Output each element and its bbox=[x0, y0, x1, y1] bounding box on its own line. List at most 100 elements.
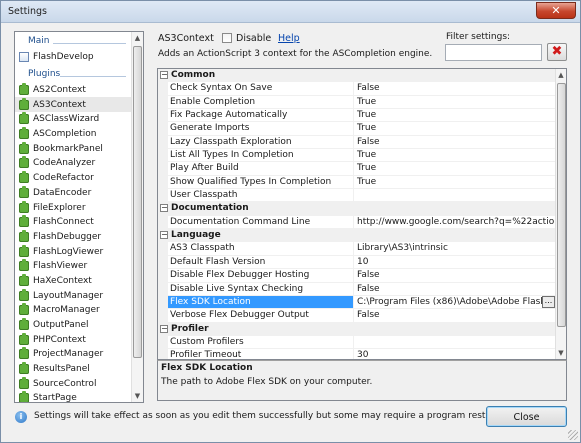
sidebar-item-as3context[interactable]: AS3Context bbox=[15, 97, 132, 113]
property-name[interactable]: Fix Package Automatically bbox=[168, 109, 354, 123]
sidebar-item-asclasswizard[interactable]: ASClassWizard bbox=[15, 112, 132, 127]
property-value[interactable]: Library\AS3\intrinsic bbox=[354, 242, 556, 256]
sidebar-item-sourcecontrol[interactable]: SourceControl bbox=[15, 376, 132, 391]
property-name[interactable]: User Classpath bbox=[168, 189, 354, 203]
property-value[interactable]: True bbox=[354, 109, 556, 123]
property-name[interactable]: Custom Profilers bbox=[168, 335, 354, 350]
sidebar-item-haxecontext[interactable]: HaXeContext bbox=[15, 273, 132, 289]
property-name[interactable]: Flex SDK Location bbox=[168, 295, 354, 310]
property-grid-scrollbar[interactable]: ▲ ▼ bbox=[555, 69, 566, 359]
property-name[interactable]: Verbose Flex Debugger Output bbox=[168, 309, 354, 323]
sidebar-item-codeanalyzer[interactable]: CodeAnalyzer bbox=[15, 156, 132, 171]
title-bar[interactable]: Settings ✕ bbox=[1, 1, 580, 23]
property-row-lazy-classpath-exploration[interactable]: Lazy Classpath Exploration False bbox=[158, 135, 556, 150]
property-row-fix-package-automatically[interactable]: Fix Package Automatically True bbox=[158, 109, 556, 123]
property-value[interactable]: C:\Program Files (x86)\Adobe\Adobe Flash… bbox=[354, 296, 556, 310]
sidebar-item-coderefactor[interactable]: CodeRefactor bbox=[15, 171, 132, 186]
property-row-show-qualified-types-in-completion[interactable]: Show Qualified Types In Completion True bbox=[158, 175, 556, 190]
property-row-profiler-timeout[interactable]: Profiler Timeout 30 bbox=[158, 349, 556, 359]
sidebar-item-flashlogviewer[interactable]: FlashLogViewer bbox=[15, 244, 132, 259]
sidebar-item-outputpanel[interactable]: OutputPanel bbox=[15, 318, 132, 333]
sidebar-item-flashdebugger[interactable]: FlashDebugger bbox=[15, 229, 132, 245]
property-name[interactable]: AS3 Classpath bbox=[168, 242, 354, 256]
property-row-check-syntax-on-save[interactable]: Check Syntax On Save False bbox=[158, 82, 556, 96]
property-name[interactable]: Disable Flex Debugger Hosting bbox=[168, 269, 354, 283]
collapse-icon[interactable]: − bbox=[160, 324, 168, 333]
property-row-verbose-flex-debugger-output[interactable]: Verbose Flex Debugger Output False bbox=[158, 309, 556, 323]
property-row-as3-classpath[interactable]: AS3 Classpath Library\AS3\intrinsic bbox=[158, 242, 556, 256]
sidebar-item-resultspanel[interactable]: ResultsPanel bbox=[15, 362, 132, 377]
property-value[interactable]: False bbox=[354, 283, 556, 296]
collapse-icon[interactable]: − bbox=[160, 231, 168, 240]
property-name[interactable]: Documentation Command Line bbox=[168, 215, 354, 230]
category-common[interactable]: − Common bbox=[158, 69, 556, 83]
category-profiler[interactable]: − Profiler bbox=[158, 322, 556, 336]
property-row-generate-imports[interactable]: Generate Imports True bbox=[158, 122, 556, 136]
sidebar-item-startpage[interactable]: StartPage bbox=[15, 391, 132, 402]
property-value[interactable]: False bbox=[354, 309, 556, 323]
filter-input[interactable] bbox=[445, 44, 542, 61]
property-value[interactable]: True bbox=[354, 162, 556, 176]
sidebar-item-flashconnect[interactable]: FlashConnect bbox=[15, 215, 132, 230]
resize-grip-icon[interactable] bbox=[568, 430, 578, 440]
sidebar-item-layoutmanager[interactable]: LayoutManager bbox=[15, 288, 132, 303]
disable-checkbox[interactable] bbox=[222, 33, 232, 43]
property-grid-scroll-thumb[interactable] bbox=[557, 83, 566, 327]
scroll-up-arrow-icon[interactable]: ▲ bbox=[132, 32, 143, 44]
property-name[interactable]: Lazy Classpath Exploration bbox=[168, 135, 354, 150]
property-name[interactable]: List All Types In Completion bbox=[168, 149, 354, 163]
property-row-disable-live-syntax-checking[interactable]: Disable Live Syntax Checking False bbox=[158, 282, 556, 296]
property-value[interactable]: True bbox=[354, 96, 556, 110]
property-value[interactable]: False bbox=[354, 136, 556, 150]
property-value[interactable]: False bbox=[354, 269, 556, 283]
property-value[interactable] bbox=[354, 189, 556, 203]
category-documentation[interactable]: − Documentation bbox=[158, 202, 556, 216]
help-link[interactable]: Help bbox=[278, 33, 300, 44]
property-name[interactable]: Disable Live Syntax Checking bbox=[168, 282, 354, 296]
sidebar-item-flashdevelop[interactable]: FlashDevelop bbox=[15, 50, 132, 65]
scroll-down-arrow-icon[interactable]: ▼ bbox=[556, 347, 566, 359]
browse-button[interactable]: ... bbox=[542, 295, 555, 308]
close-button[interactable]: Close bbox=[486, 406, 567, 427]
window-close-button[interactable]: ✕ bbox=[536, 2, 576, 19]
sidebar-item-projectmanager[interactable]: ProjectManager bbox=[15, 347, 132, 362]
sidebar-item-dataencoder[interactable]: DataEncoder bbox=[15, 185, 132, 201]
property-name[interactable]: Generate Imports bbox=[168, 122, 354, 136]
sidebar-scroll-thumb[interactable] bbox=[133, 46, 142, 358]
property-row-default-flash-version[interactable]: Default Flash Version 10 bbox=[158, 255, 556, 270]
property-value[interactable]: True bbox=[354, 149, 556, 163]
property-name[interactable]: Check Syntax On Save bbox=[168, 82, 354, 96]
property-row-disable-flex-debugger-hosting[interactable]: Disable Flex Debugger Hosting False bbox=[158, 269, 556, 283]
sidebar-item-fileexplorer[interactable]: FileExplorer bbox=[15, 200, 132, 215]
collapse-icon[interactable]: − bbox=[160, 71, 168, 79]
property-row-user-classpath[interactable]: User Classpath bbox=[158, 189, 556, 203]
category-language[interactable]: − Language bbox=[158, 229, 556, 243]
property-row-documentation-command-line[interactable]: Documentation Command Line http://www.goo… bbox=[158, 215, 556, 230]
property-row-list-all-types-in-completion[interactable]: List All Types In Completion True bbox=[158, 149, 556, 163]
clear-filter-button[interactable]: ✖ bbox=[547, 43, 567, 61]
sidebar-item-phpcontext[interactable]: PHPContext bbox=[15, 332, 132, 347]
sidebar-item-flashviewer[interactable]: FlashViewer bbox=[15, 259, 132, 274]
sidebar-item-ascompletion[interactable]: ASCompletion bbox=[15, 127, 132, 142]
sidebar-item-bookmarkpanel[interactable]: BookmarkPanel bbox=[15, 141, 132, 156]
property-value[interactable]: 30 bbox=[354, 349, 556, 359]
collapse-icon[interactable]: − bbox=[160, 204, 168, 213]
property-name[interactable]: Show Qualified Types In Completion bbox=[168, 175, 354, 190]
property-value[interactable]: True bbox=[354, 176, 556, 190]
property-value[interactable]: False bbox=[354, 82, 556, 96]
disable-label[interactable]: Disable bbox=[236, 33, 271, 44]
scroll-down-arrow-icon[interactable]: ▼ bbox=[132, 390, 143, 402]
property-value[interactable] bbox=[354, 336, 556, 350]
property-value[interactable]: 10 bbox=[354, 256, 556, 270]
property-row-custom-profilers[interactable]: Custom Profilers bbox=[158, 335, 556, 350]
property-name[interactable]: Profiler Timeout bbox=[168, 349, 354, 359]
sidebar-scrollbar[interactable]: ▲ ▼ bbox=[131, 32, 143, 402]
property-row-play-after-build[interactable]: Play After Build True bbox=[158, 162, 556, 176]
property-name[interactable]: Play After Build bbox=[168, 162, 354, 176]
property-value[interactable]: http://www.google.com/search?q=%22action… bbox=[354, 216, 556, 230]
property-name[interactable]: Default Flash Version bbox=[168, 255, 354, 270]
sidebar-item-macromanager[interactable]: MacroManager bbox=[15, 303, 132, 318]
property-value[interactable]: True bbox=[354, 122, 556, 136]
property-row-flex-sdk-location[interactable]: Flex SDK Location C:\Program Files (x86)\… bbox=[158, 295, 556, 310]
sidebar-item-as2context[interactable]: AS2Context bbox=[15, 83, 132, 98]
